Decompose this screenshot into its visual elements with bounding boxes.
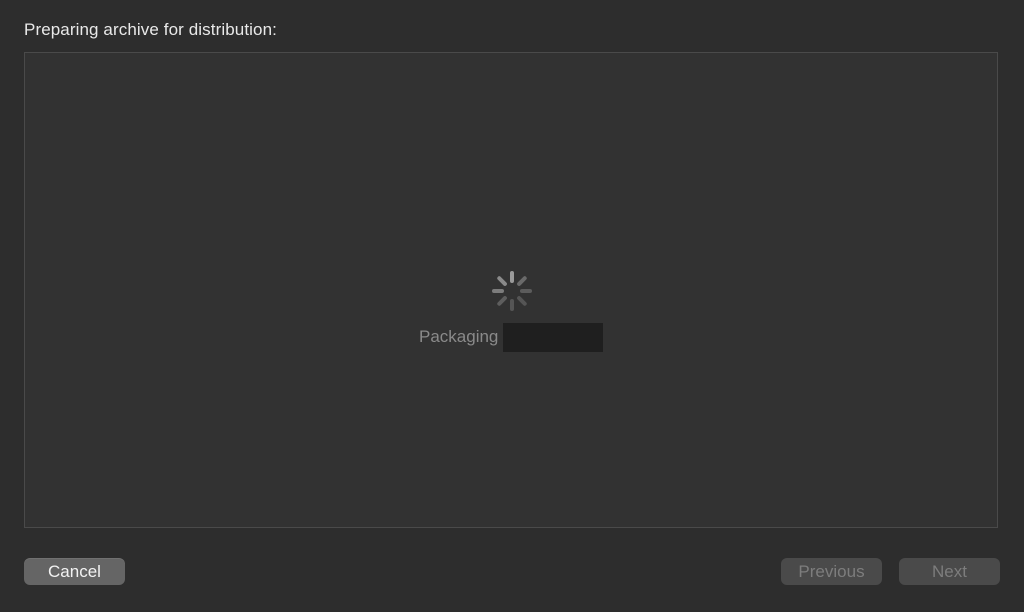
dialog-title: Preparing archive for distribution: xyxy=(24,20,277,39)
redacted-app-name xyxy=(503,322,604,352)
cancel-button[interactable]: Cancel xyxy=(24,558,125,585)
status-text: Packaging xyxy=(419,327,499,346)
status-line: Packaging xyxy=(419,322,604,352)
next-button[interactable]: Next xyxy=(899,558,1000,585)
spinner-icon xyxy=(492,271,532,311)
previous-button[interactable]: Previous xyxy=(781,558,882,585)
distribution-dialog: Preparing archive for distribution: Pack… xyxy=(0,0,1024,612)
